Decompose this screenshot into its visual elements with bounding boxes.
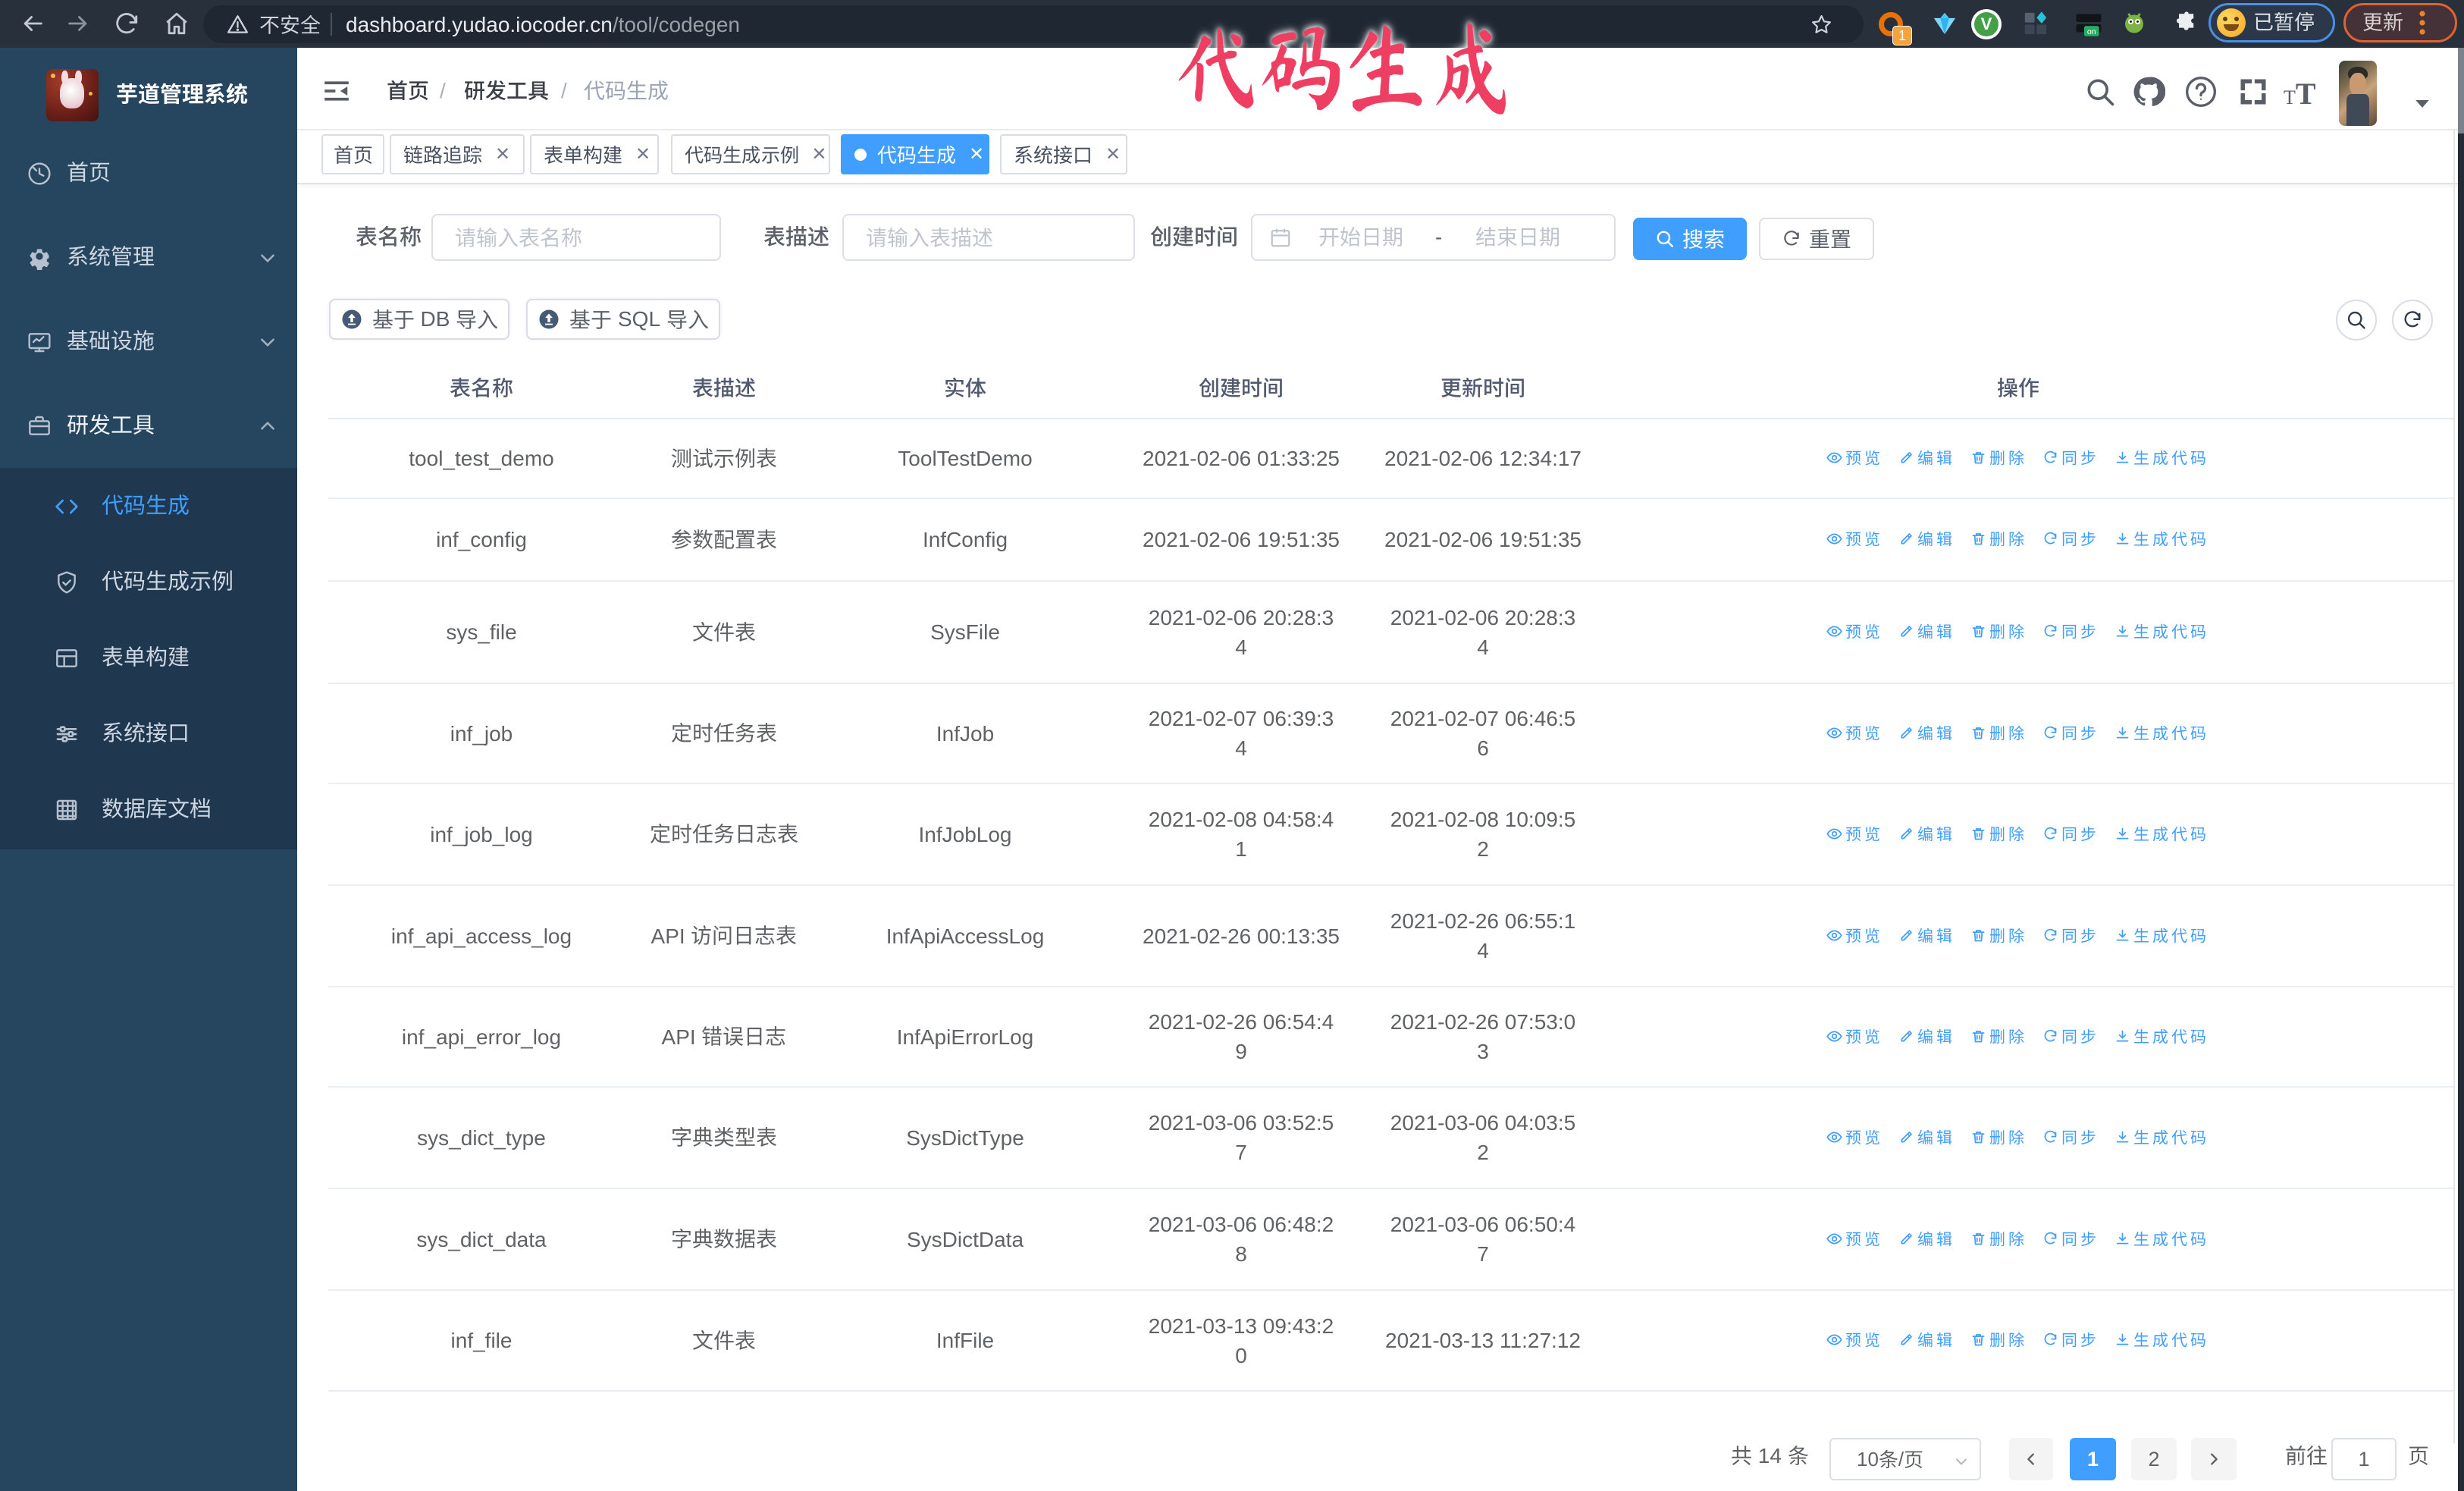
svg-text:on: on bbox=[2087, 27, 2096, 36]
